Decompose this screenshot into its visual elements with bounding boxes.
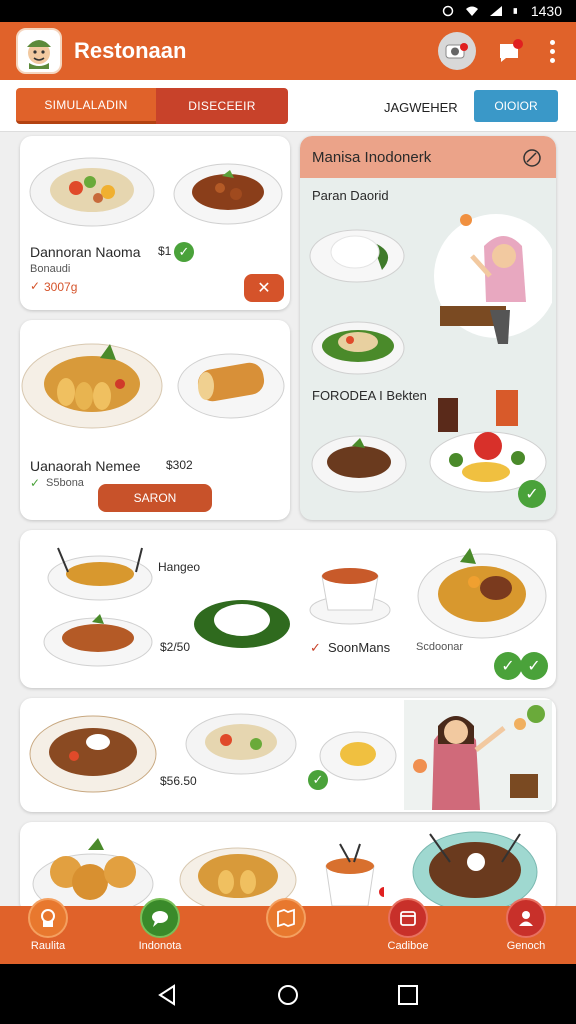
- status-time: 1430: [530, 3, 562, 19]
- profile-icon: [506, 898, 546, 938]
- drink-label: SoonMans: [328, 640, 391, 655]
- braised-meat-plate-icon: [173, 163, 283, 225]
- calendar-icon: [388, 898, 428, 938]
- dish-meta: 3007g: [44, 280, 78, 294]
- nav-item-indonota[interactable]: Indonota: [120, 898, 200, 964]
- nav-item-genoch[interactable]: Genoch: [486, 898, 566, 964]
- sync-icon: [442, 5, 454, 17]
- remove-button[interactable]: ✕: [244, 274, 284, 302]
- signal-icon: [489, 6, 502, 16]
- bottom-nav: Raulita Indonota Cadiboe Genoch: [0, 898, 576, 964]
- dish-title: Uanaorah Nemee: [30, 458, 141, 474]
- back-icon[interactable]: [156, 984, 178, 1006]
- check-icon: ✓: [174, 242, 194, 262]
- app-title: Restonaan: [74, 38, 187, 63]
- system-nav-bar: [0, 964, 576, 1024]
- notifications-button[interactable]: [492, 32, 530, 70]
- soup-cup-icon: [309, 568, 391, 625]
- dish-card-1[interactable]: Dannoran Naoma $1 ✓ Bonaudi ✓ 3007g ✕: [20, 136, 290, 310]
- featured-panel-title: Manisa Inodonerk: [312, 149, 432, 166]
- dish-title: Dannoran Naoma: [30, 244, 141, 260]
- check-outline-icon: ✓: [310, 640, 321, 655]
- hijab-woman-illustration: [434, 214, 552, 344]
- tabs-row: SIMULALADIN DISECEEIR JAGWEHER OIOIOR: [0, 80, 576, 132]
- more-dot-icon: [549, 48, 555, 54]
- tab-diseceeir[interactable]: DISECEEIR: [156, 88, 288, 124]
- app-logo[interactable]: [16, 28, 62, 74]
- dish-card-2[interactable]: Uanaorah Nemee $302 ✓ S5bona SARON: [20, 320, 290, 520]
- dish-price: $56.50: [160, 774, 197, 788]
- dish-label: Hangeo: [158, 560, 201, 574]
- nav-label: Cadiboe: [387, 940, 429, 952]
- salad-plate-icon: [185, 713, 297, 775]
- more-dot-icon: [549, 57, 555, 63]
- featured-panel: Manisa Inodonerk Paran Daorid FORODEA I …: [300, 136, 556, 520]
- check-icon: ✓: [494, 652, 522, 680]
- section-label: FORODEA I Bekten: [312, 388, 427, 403]
- noodle-bowl-icon: [47, 547, 153, 601]
- dish-price: $302: [166, 458, 193, 472]
- dish-card-3[interactable]: Hangeo $2/50 ✓ SoonMans Scdoonar ✓ ✓: [20, 530, 556, 688]
- nav-label: Raulita: [30, 940, 66, 952]
- recents-icon[interactable]: [397, 984, 419, 1006]
- home-icon[interactable]: [277, 984, 299, 1006]
- section-label: Paran Daorid: [312, 188, 389, 203]
- nav-label: Genoch: [506, 940, 546, 952]
- rice-plate-icon: [309, 229, 405, 283]
- map-icon: [266, 898, 306, 938]
- fried-chicken-plate-icon: [43, 614, 153, 667]
- rice-leaf-icon: [194, 600, 290, 648]
- check-outline-icon: ✓: [30, 476, 41, 490]
- status-bar: 1430: [0, 0, 576, 22]
- dish-card-4[interactable]: $56.50 ✓: [20, 698, 556, 812]
- check-icon: ✓: [518, 480, 546, 508]
- noodle-chicken-plate-icon: [417, 548, 547, 639]
- battery-icon: [513, 8, 517, 14]
- wifi-icon: [465, 6, 478, 16]
- saron-button[interactable]: SARON: [98, 484, 212, 512]
- chat-icon: [140, 898, 180, 938]
- check-icon: ✓: [308, 770, 328, 790]
- dessert-plate-icon: [319, 731, 397, 781]
- mixed-salad-plate-icon: [311, 321, 405, 375]
- nav-item-cadiboe[interactable]: Cadiboe: [368, 898, 448, 964]
- more-options-button[interactable]: [542, 39, 562, 63]
- edit-icon[interactable]: [522, 148, 542, 168]
- chat-bubble-icon: [500, 39, 523, 62]
- nav-item-raulita[interactable]: Raulita: [8, 898, 88, 964]
- tab-jagweher[interactable]: JAGWEHER: [384, 100, 458, 115]
- dish-price: $1: [158, 244, 172, 258]
- close-icon: ✕: [257, 280, 271, 297]
- grilled-meat-plate-icon: [311, 435, 407, 493]
- check-icon: ✓: [520, 652, 548, 680]
- salad-plate-icon: [29, 157, 155, 227]
- dish-price: $2/50: [160, 640, 191, 654]
- camera-icon: [445, 43, 468, 59]
- order-button[interactable]: OIOIOR: [474, 90, 558, 122]
- side-label: Scdoonar: [416, 641, 464, 653]
- dish-subtitle: Bonaudi: [30, 263, 71, 275]
- noodle-plate-icon: [21, 343, 163, 429]
- spring-roll-plate-icon: [177, 353, 285, 419]
- check-outline-icon: ✓: [30, 279, 41, 293]
- nav-label: Indonota: [138, 940, 182, 952]
- app-bar: Restonaan: [0, 22, 576, 80]
- dish-subtitle: S5bona: [46, 477, 84, 489]
- nav-item-map[interactable]: [246, 898, 326, 964]
- chef-mascot-icon: [27, 40, 51, 69]
- takeaway-box-icon: [325, 843, 384, 907]
- camera-button[interactable]: [438, 32, 476, 70]
- noodle-plate-icon: [29, 715, 157, 793]
- tab-simulaladin[interactable]: SIMULALADIN: [16, 88, 156, 124]
- restaurant-icon: [28, 898, 68, 938]
- woman-waving-illustration: [404, 700, 552, 810]
- more-dot-icon: [549, 39, 555, 45]
